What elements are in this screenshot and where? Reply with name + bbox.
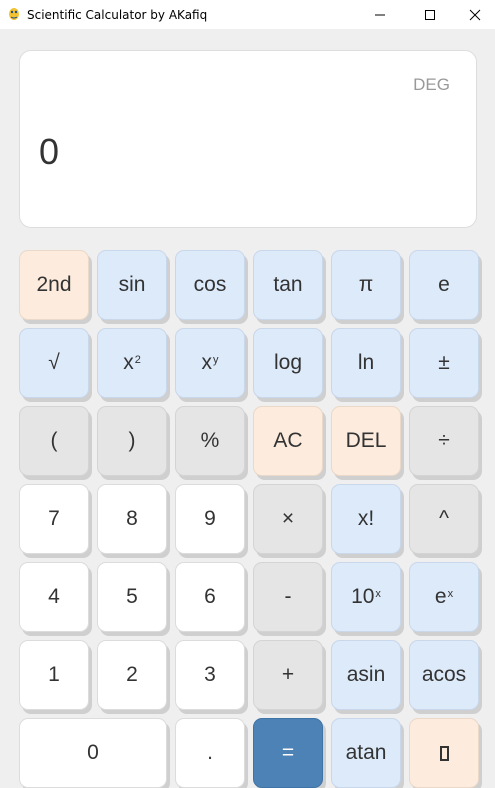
calculator-display: DEG 0: [19, 50, 477, 228]
square-button[interactable]: x2: [97, 328, 167, 398]
digit-8-button[interactable]: 8: [97, 484, 167, 554]
display-value: 0: [39, 131, 60, 172]
maximize-icon: [425, 9, 435, 20]
angle-mode-indicator: DEG: [413, 75, 450, 94]
second-function-button[interactable]: 2nd: [19, 250, 89, 320]
digit-3-button[interactable]: 3: [175, 640, 245, 710]
right-paren-button[interactable]: ): [97, 406, 167, 476]
decimal-point-button[interactable]: .: [175, 718, 245, 788]
minimize-icon: [375, 14, 385, 15]
plus-button[interactable]: +: [253, 640, 323, 710]
log-button[interactable]: log: [253, 328, 323, 398]
sin-button[interactable]: sin: [97, 250, 167, 320]
digit-2-button[interactable]: 2: [97, 640, 167, 710]
power-y-button[interactable]: xy: [175, 328, 245, 398]
digit-6-button[interactable]: 6: [175, 562, 245, 632]
exp-button-exponent: x: [447, 588, 454, 600]
cos-button[interactable]: cos: [175, 250, 245, 320]
missing-glyph-button[interactable]: [409, 718, 479, 788]
left-paren-button[interactable]: (: [19, 406, 89, 476]
minimize-button[interactable]: [357, 0, 403, 29]
digit-7-button[interactable]: 7: [19, 484, 89, 554]
digit-1-button[interactable]: 1: [19, 640, 89, 710]
minus-button[interactable]: -: [253, 562, 323, 632]
atan-button[interactable]: atan: [331, 718, 401, 788]
asin-button[interactable]: asin: [331, 640, 401, 710]
equals-button[interactable]: =: [253, 718, 323, 788]
digit-9-button[interactable]: 9: [175, 484, 245, 554]
digit-5-button[interactable]: 5: [97, 562, 167, 632]
delete-button[interactable]: DEL: [331, 406, 401, 476]
window-title: Scientific Calculator by AKafiq: [27, 8, 208, 22]
percent-button[interactable]: %: [175, 406, 245, 476]
pygame-snake-icon: [9, 8, 19, 20]
missing-glyph-icon: [439, 745, 449, 761]
maximize-button[interactable]: [407, 0, 453, 29]
tan-button[interactable]: tan: [253, 250, 323, 320]
multiply-button[interactable]: ×: [253, 484, 323, 554]
close-icon: [469, 9, 481, 20]
power-y-button-base: x: [201, 351, 213, 374]
caret-power-button[interactable]: ^: [409, 484, 479, 554]
ten-power-button-base: 10: [351, 585, 375, 608]
euler-button[interactable]: e: [409, 250, 479, 320]
exp-button[interactable]: ex: [409, 562, 479, 632]
square-button-exponent: 2: [134, 354, 141, 366]
pi-button[interactable]: π: [331, 250, 401, 320]
title-bar: Scientific Calculator by AKafiq: [0, 0, 495, 29]
ten-power-button[interactable]: 10 x: [331, 562, 401, 632]
plus-minus-button[interactable]: ±: [409, 328, 479, 398]
square-root-button[interactable]: √: [19, 328, 89, 398]
digit-4-button[interactable]: 4: [19, 562, 89, 632]
square-button-base: x: [123, 351, 134, 374]
exp-button-base: e: [434, 585, 447, 608]
acos-button[interactable]: acos: [409, 640, 479, 710]
close-button[interactable]: [452, 0, 495, 29]
ln-button[interactable]: ln: [331, 328, 401, 398]
ten-power-button-exponent: x: [375, 588, 381, 600]
divide-button[interactable]: ÷: [409, 406, 479, 476]
digit-0-button[interactable]: 0: [19, 718, 167, 788]
all-clear-button[interactable]: AC: [253, 406, 323, 476]
power-y-button-exponent: y: [213, 354, 219, 366]
factorial-button[interactable]: x!: [331, 484, 401, 554]
